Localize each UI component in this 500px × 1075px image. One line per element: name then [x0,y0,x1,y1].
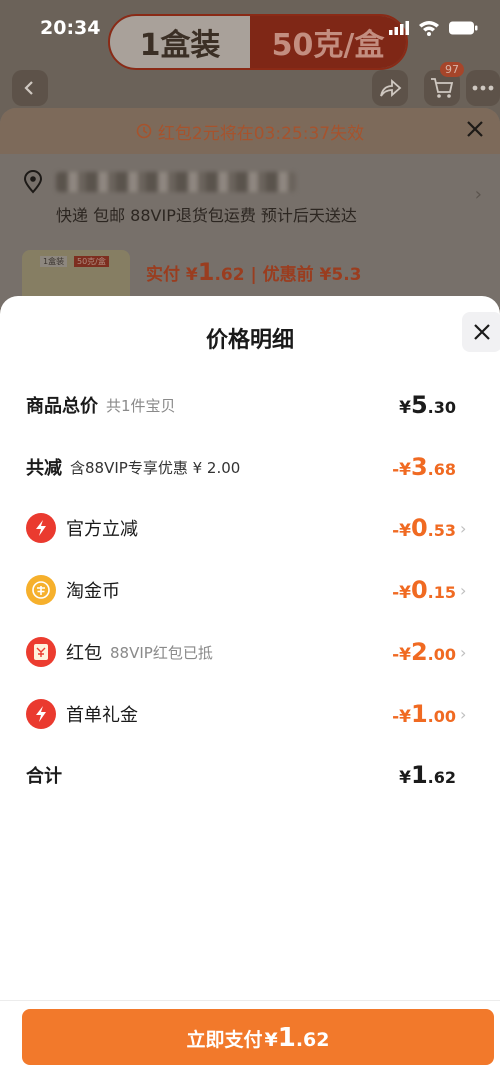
amount-prefix: ¥ [399,768,411,788]
paid-label: 实付 ¥ [146,265,198,285]
clock-icon [136,123,152,139]
amount-prefix: -¥ [392,583,411,603]
paid-int: 1 [197,258,215,286]
paid-price: 实付 ¥1.62 | 优惠前 ¥5.3 [146,258,362,286]
row-amount: ¥5.30 [399,391,456,419]
redpack-notice: 红包2元将在03:25:37失效 [0,108,500,154]
thumb-tag-box: 1盒装 [40,256,68,267]
row-amount: -¥ 1.00 [392,700,456,728]
amount-int: 3 [410,453,428,481]
close-icon [474,324,490,340]
amount-prefix: ¥ [399,398,411,418]
amount-dec: .53 [427,521,456,540]
pay-bar: 立即支付 ¥1.62 [0,1000,500,1075]
lightning-icon [26,513,56,543]
chevron-right-icon: › [460,580,467,600]
chevron-right-icon: › [460,518,467,538]
pay-label: 立即支付 [186,1029,263,1051]
amount-int: 1 [410,700,428,728]
location-pin-icon [23,170,43,194]
cart-icon [431,78,454,98]
chevron-right-icon: › [460,642,467,662]
status-bar: 20:34 [0,0,500,56]
amount-int: 0 [410,576,428,604]
row-label: 红包 [66,643,102,664]
row-sub: 含88VIP专享优惠 ¥ 2.00 [70,458,241,477]
amount-prefix: -¥ [392,707,411,727]
share-button[interactable] [372,70,408,106]
lightning-icon [26,699,56,729]
row-taojinbi[interactable]: 淘金币 -¥ 0.15 › [26,570,474,610]
amount-prefix: -¥ [392,521,411,541]
paid-dec: .62 [214,265,245,285]
row-amount: -¥ 3.68 [392,453,456,481]
battery-icon [449,21,478,35]
before-discount: | 优惠前 ¥5.3 [244,265,362,285]
redpack-notice-text: 红包2元将在03:25:37失效 [157,123,365,144]
top-nav: 97 [0,62,500,112]
amount-prefix: -¥ [392,460,411,480]
panel-close-button[interactable] [462,312,500,352]
amount-dec: .00 [427,707,456,726]
amount-dec: .68 [427,460,456,479]
system-icons [388,20,478,36]
row-redpack[interactable]: 红包 88VIP红包已抵 -¥ 2.00 › [26,632,474,672]
row-label: 共减 [26,458,62,479]
cart-badge: 97 [440,62,464,77]
amount-int: 2 [410,638,428,666]
row-total: 合计 ¥1.62 [26,755,474,795]
status-time: 20:34 [40,17,101,39]
panel-title: 价格明细 [205,328,294,353]
coin-icon [26,575,56,605]
order-sheet: 红包2元将在03:25:37失效 快递 包邮 88VIP退货包运费 预计后天送达… [0,108,500,308]
row-amount: -¥ 2.00 [392,638,456,666]
row-total-discount: 共减 含88VIP专享优惠 ¥ 2.00 -¥ 3.68 [26,447,474,487]
more-icon [472,85,494,91]
amount-dec: .62 [427,768,456,787]
row-first-order-gift[interactable]: 首单礼金 -¥ 1.00 › [26,694,474,734]
delivery-info: 快递 包邮 88VIP退货包运费 预计后天送达 [56,206,357,225]
chevron-right-icon: › [460,704,467,724]
pay-yen: ¥ [264,1029,278,1051]
row-amount: ¥1.62 [399,761,456,789]
red-envelope-icon [26,637,56,667]
wifi-icon [419,21,439,36]
pay-now-button[interactable]: 立即支付 ¥1.62 [22,1009,494,1065]
close-icon [467,121,483,137]
cart-button[interactable]: 97 [424,62,464,106]
row-official-discount[interactable]: 官方立减 -¥ 0.53 › [26,508,474,548]
pay-int: 1 [277,1023,296,1053]
address-redacted [56,172,296,192]
amount-dec: .15 [427,583,456,602]
address-row[interactable]: 快递 包邮 88VIP退货包运费 预计后天送达 › [22,168,482,228]
more-button[interactable] [466,70,500,106]
amount-int: 0 [410,514,428,542]
amount-int: 5 [410,391,428,419]
back-button[interactable] [12,70,48,106]
row-amount: -¥ 0.15 [392,576,456,604]
chevron-right-icon: › [474,184,482,205]
row-label: 首单礼金 [66,705,138,726]
row-label: 合计 [26,766,62,787]
share-icon [380,79,402,97]
chevron-left-icon [24,81,33,95]
row-label: 淘金币 [66,581,120,602]
row-goods-total: 商品总价 共1件宝贝 ¥5.30 [26,385,474,425]
amount-prefix: -¥ [392,645,411,665]
pay-dec: .62 [295,1029,330,1051]
amount-int: 1 [410,761,428,789]
order-close-button[interactable] [464,118,486,144]
row-sub: 88VIP红包已抵 [110,643,213,662]
amount-dec: .30 [427,398,456,417]
price-detail-panel: 价格明细 商品总价 共1件宝贝 ¥5.30 共减 含88VIP专享优惠 ¥ 2.… [0,296,500,1075]
row-label: 商品总价 [26,396,98,417]
amount-dec: .00 [427,645,456,664]
thumb-tag-weight: 50克/盒 [74,256,109,267]
row-label: 官方立减 [66,519,138,540]
row-sub: 共1件宝贝 [106,396,176,415]
row-amount: -¥ 0.53 [392,514,456,542]
signal-icon [389,21,409,35]
